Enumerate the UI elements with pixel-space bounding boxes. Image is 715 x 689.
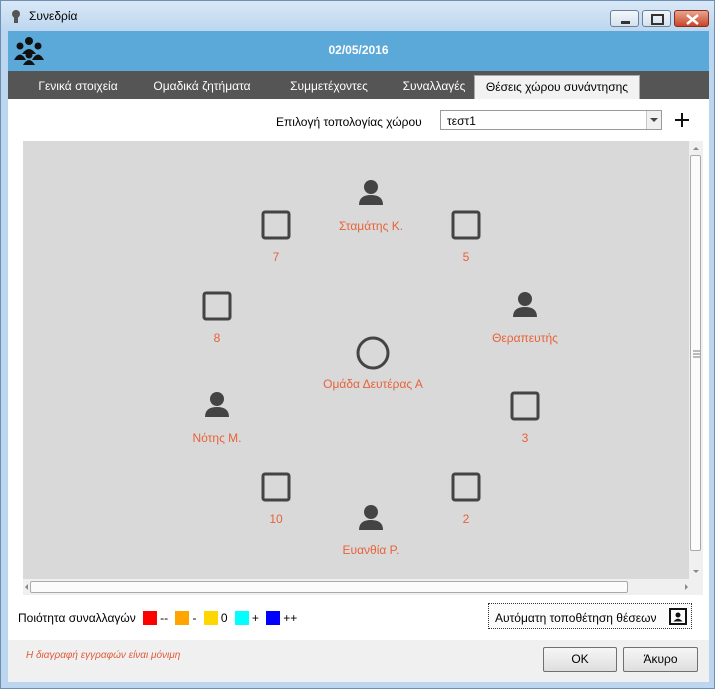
participant-stamatis[interactable]: Σταμάτης Κ.: [311, 213, 431, 233]
scroll-corner: [689, 579, 703, 595]
seat-7[interactable]: 7: [216, 244, 336, 264]
tab-bar: Γενικά στοιχεία Ομαδικά ζητήματα Συμμετέ…: [8, 71, 709, 99]
tab-group-issues[interactable]: Ομαδικά ζητήματα: [139, 75, 265, 99]
topology-selected-value: τεστ1: [447, 114, 476, 128]
legend-swatch: [266, 611, 281, 625]
seat-label: 5: [462, 250, 470, 264]
seat-2-icon: [451, 472, 481, 502]
legend-text: -: [192, 611, 197, 625]
participant-label: Θεραπευτής: [492, 331, 558, 345]
tab-meeting-positions[interactable]: Θέσεις χώρου συνάντησης: [474, 75, 640, 99]
dropdown-arrow-icon[interactable]: [646, 111, 661, 129]
auto-placement-label: Αυτόματη τοποθέτηση θέσεων: [495, 611, 657, 625]
person-icon-notis: [205, 392, 229, 417]
person-icon-stamatis: [359, 180, 383, 205]
seat-label: 7: [272, 250, 280, 264]
legend-swatch: [143, 611, 158, 625]
participant-label: Νότης Μ.: [192, 431, 242, 445]
maximize-button[interactable]: [642, 10, 671, 27]
group-label: Ομάδα Δευτέρας Α: [323, 377, 423, 391]
ok-button[interactable]: OK: [543, 647, 617, 672]
scroll-down-icon[interactable]: [689, 566, 703, 578]
seating-canvas[interactable]: Σταμάτης Κ. 7 5 8 Θεραπευτής Ομάδα Δευτέ…: [23, 141, 689, 579]
participant-notis[interactable]: Νότης Μ.: [157, 425, 277, 445]
participant-label: Σταμάτης Κ.: [338, 219, 404, 233]
participant-label: Ευανθία Ρ.: [342, 543, 400, 557]
vertical-scroll-thumb[interactable]: [690, 155, 701, 551]
legend-swatch: [203, 611, 218, 625]
group-node[interactable]: Ομάδα Δευτέρας Α: [313, 371, 433, 391]
legend-text: 0: [220, 611, 228, 625]
contact-card-icon: [669, 608, 687, 625]
minimize-icon: [621, 21, 630, 24]
legend-text: ++: [283, 611, 298, 625]
seat-8[interactable]: 8: [157, 325, 277, 345]
tab-transactions[interactable]: Συναλλαγές: [388, 75, 480, 99]
maximize-icon: [651, 14, 664, 25]
seat-label: 10: [269, 512, 283, 526]
close-button[interactable]: [674, 10, 709, 27]
app-icon: [12, 10, 20, 23]
seat-5-icon: [451, 210, 481, 240]
legend-swatch: [234, 611, 249, 625]
seat-label: 3: [521, 431, 529, 445]
seat-10[interactable]: 10: [216, 506, 336, 526]
seat-2[interactable]: 2: [406, 506, 526, 526]
seat-7-icon: [261, 210, 291, 240]
legend-text: --: [160, 611, 169, 625]
tab-participants[interactable]: Συμμετέχοντες: [272, 75, 386, 99]
vertical-scrollbar[interactable]: [689, 141, 703, 579]
quality-legend: Ποιότητα συναλλαγών -- - 0 + ++: [18, 611, 297, 625]
window-title: Συνεδρία: [29, 9, 78, 23]
legend-label: Ποιότητα συναλλαγών: [18, 611, 136, 625]
seat-label: 8: [213, 331, 221, 345]
seat-3[interactable]: 3: [465, 425, 585, 445]
tab-general[interactable]: Γενικά στοιχεία: [22, 75, 134, 99]
legend-swatch: [175, 611, 190, 625]
horizontal-scrollbar[interactable]: [23, 579, 689, 595]
seat-10-icon: [261, 472, 291, 502]
session-header: 02/05/2016: [8, 31, 709, 71]
legend-text: +: [251, 611, 259, 625]
scroll-up-icon[interactable]: [689, 142, 703, 154]
group-circle-icon: [356, 336, 390, 370]
dialog-window: Συνεδρία 02/05/2016 Γενικά στοιχεία Ομαδ…: [0, 0, 715, 689]
participant-therapist[interactable]: Θεραπευτής: [465, 325, 585, 345]
grip-icon: [693, 350, 700, 358]
delete-warning: Η διαγραφή εγγραφών είναι μόνιμη: [26, 650, 181, 661]
participant-evanthia[interactable]: Ευανθία Ρ.: [311, 537, 431, 557]
title-bar: Συνεδρία: [1, 1, 714, 31]
person-icon-therapist: [513, 292, 537, 317]
close-icon: [686, 14, 699, 25]
auto-placement-button[interactable]: Αυτόματη τοποθέτηση θέσεων: [488, 603, 692, 629]
tab-content: Επιλογή τοπολογίας χώρου τεστ1 Σταμάτης …: [8, 99, 709, 640]
topology-select[interactable]: τεστ1: [440, 110, 662, 130]
cancel-button[interactable]: Άκυρο: [623, 647, 698, 672]
seat-8-icon: [202, 291, 232, 321]
seat-label: 2: [462, 512, 470, 526]
topology-label: Επιλογή τοπολογίας χώρου: [276, 115, 422, 129]
person-icon-evanthia: [359, 505, 383, 530]
dialog-footer: Η διαγραφή εγγραφών είναι μόνιμη OK Άκυρ…: [8, 640, 709, 682]
seating-shapes: [202, 180, 540, 530]
seat-5[interactable]: 5: [406, 244, 526, 264]
minimize-button[interactable]: [610, 10, 639, 27]
add-topology-button[interactable]: [673, 111, 691, 129]
seat-3-icon: [510, 391, 540, 421]
horizontal-scroll-thumb[interactable]: [30, 581, 628, 593]
session-date: 02/05/2016: [328, 43, 389, 57]
